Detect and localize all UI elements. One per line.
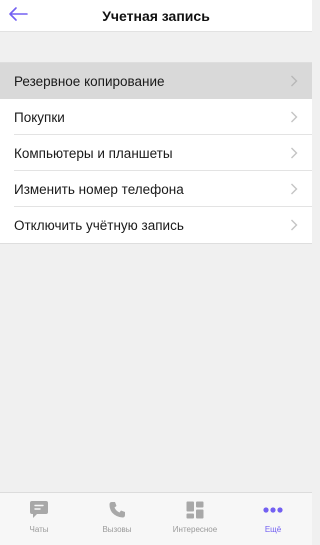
list-item-label: Компьютеры и планшеты [14,145,173,161]
list-item-label: Отключить учётную запись [14,217,184,233]
chevron-right-icon [290,135,298,171]
chevron-right-icon [290,207,298,243]
navigation-bar: Учетная запись [0,0,312,32]
list-item-computers-tablets[interactable]: Компьютеры и планшеты [0,135,312,171]
list-item-purchases[interactable]: Покупки [0,99,312,135]
bottom-tab-bar: Чаты Вызовы Интересное Ещё [0,492,312,545]
list-item-label: Покупки [14,109,65,125]
tab-calls[interactable]: Вызовы [78,493,156,545]
more-dots-icon [261,499,285,521]
chevron-right-icon [290,99,298,135]
list-item-backup[interactable]: Резервное копирование [0,63,312,99]
phone-icon [105,499,129,521]
tab-explore[interactable]: Интересное [156,493,234,545]
list-item-label: Резервное копирование [14,73,165,89]
back-button[interactable] [4,2,32,30]
page-title: Учетная запись [102,8,210,24]
account-settings-list: Резервное копирование Покупки Компьютеры… [0,62,312,244]
chevron-right-icon [290,63,298,99]
tab-label: Чаты [29,525,49,534]
explore-grid-icon [183,499,207,521]
list-item-deactivate-account[interactable]: Отключить учётную запись [0,207,312,243]
tab-label: Интересное [172,525,218,534]
tab-label: Вызовы [102,525,132,534]
list-item-label: Изменить номер телефона [14,181,184,197]
chat-bubble-icon [27,499,51,521]
tab-more[interactable]: Ещё [234,493,312,545]
chevron-right-icon [290,171,298,207]
list-item-change-phone[interactable]: Изменить номер телефона [0,171,312,207]
account-screen: Учетная запись Резервное копирование Пок… [0,0,312,545]
arrow-left-icon [7,6,29,27]
tab-chats[interactable]: Чаты [0,493,78,545]
tab-label: Ещё [264,525,282,534]
